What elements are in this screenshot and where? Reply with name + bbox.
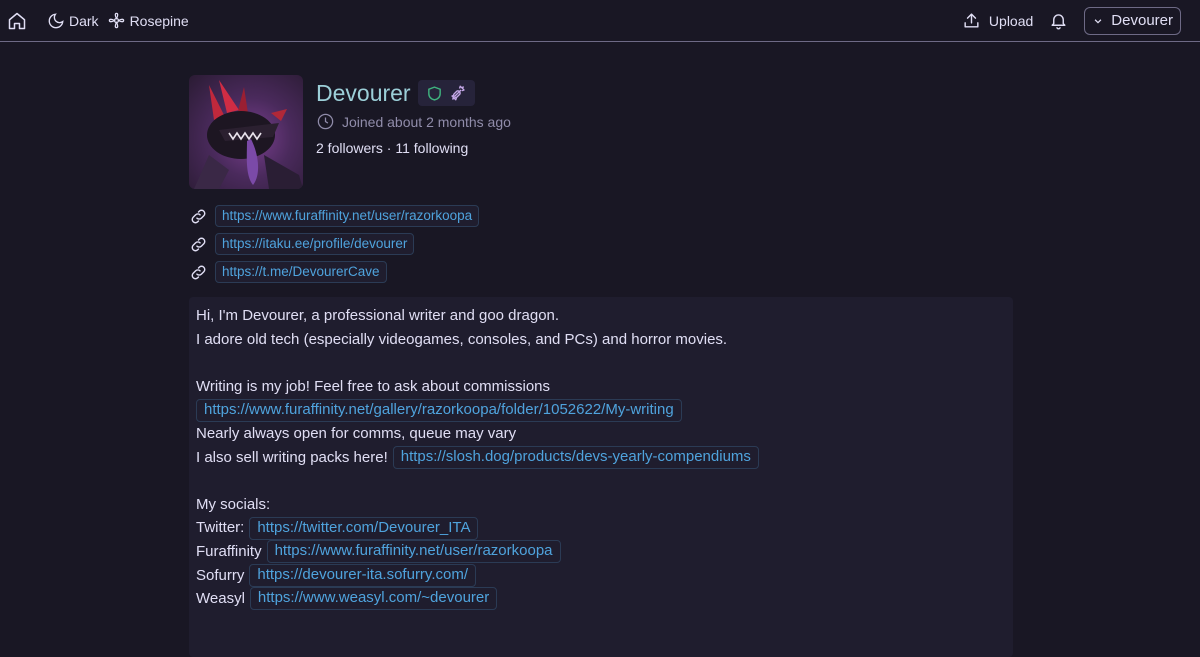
- profile-section: Devourer Joined about 2 months ago 2 fol…: [189, 75, 1013, 657]
- flower-icon: [108, 12, 124, 29]
- bio-text: Sofurry: [196, 566, 245, 584]
- theme-selector[interactable]: Rosepine: [107, 11, 189, 30]
- bio-text: Writing is my job! Feel free to ask abou…: [196, 377, 551, 395]
- profile-link[interactable]: https://itaku.ee/profile/devourer: [215, 233, 415, 255]
- rosepine-label: Rosepine: [129, 12, 189, 29]
- avatar[interactable]: [189, 75, 303, 189]
- joined-date: Joined about 2 months ago: [316, 112, 511, 131]
- chevron-down-icon: [1094, 18, 1102, 24]
- moon-icon: [48, 12, 64, 28]
- follow-counts[interactable]: 2 followers · 11 following: [316, 140, 511, 156]
- link-icon: [191, 237, 206, 251]
- link-icon: [191, 265, 206, 279]
- badge-group: [417, 80, 475, 106]
- bio-text: My socials:: [196, 495, 271, 513]
- bio-text: Twitter:: [196, 519, 245, 537]
- notifications-button[interactable]: [1049, 11, 1068, 30]
- bio-link[interactable]: https://slosh.dog/products/devs-yearly-c…: [392, 445, 759, 469]
- bio-text: I adore old tech (especially videogames,…: [196, 330, 728, 348]
- bio-text: Hi, I'm Devourer, a professional writer …: [196, 307, 560, 324]
- clock-icon: [317, 113, 334, 130]
- profile-header: Devourer Joined about 2 months ago 2 fol…: [189, 75, 1013, 189]
- link-icon: [191, 209, 206, 223]
- profile-links: https://www.furaffinity.net/user/razorko…: [189, 202, 1013, 286]
- dark-label: Dark: [69, 12, 99, 29]
- bio-link[interactable]: https://www.weasyl.com/~devourer: [249, 587, 498, 611]
- profile-bio: Hi, I'm Devourer, a professional writer …: [189, 297, 1013, 657]
- bell-icon: [1051, 14, 1066, 30]
- bio-text: Nearly always open for comms, queue may …: [196, 424, 517, 442]
- upload-label: Upload: [988, 12, 1034, 29]
- profile-link-row: https://itaku.ee/profile/devourer: [189, 230, 1013, 258]
- upload-button[interactable]: Upload: [962, 11, 1033, 30]
- bio-link[interactable]: https://twitter.com/Devourer_ITA: [249, 516, 479, 540]
- profile-link[interactable]: https://www.furaffinity.net/user/razorko…: [215, 205, 480, 227]
- bio-text: I also sell writing packs here!: [196, 448, 388, 466]
- bio-link[interactable]: https://devourer-ita.sofurry.com/: [249, 563, 476, 587]
- bio-link[interactable]: https://www.furaffinity.net/user/razorko…: [266, 540, 561, 564]
- candy-icon: [449, 84, 467, 102]
- shield-icon: [426, 85, 443, 102]
- user-menu-label: Devourer: [1111, 12, 1173, 29]
- joined-text: Joined about 2 months ago: [342, 113, 511, 130]
- bio-text: Furaffinity: [196, 542, 262, 560]
- upload-icon: [964, 13, 979, 28]
- user-menu-button[interactable]: Devourer: [1084, 6, 1181, 35]
- home-button[interactable]: [7, 11, 27, 31]
- bio-link[interactable]: https://www.furaffinity.net/gallery/razo…: [196, 398, 682, 422]
- profile-link[interactable]: https://t.me/DevourerCave: [215, 261, 387, 283]
- home-icon: [8, 12, 26, 29]
- bio-text: Weasyl: [196, 590, 245, 608]
- top-bar: Dark Rosepine Upload Devourer: [0, 0, 1200, 42]
- dark-mode-toggle[interactable]: Dark: [47, 12, 99, 30]
- profile-link-row: https://www.furaffinity.net/user/razorko…: [189, 202, 1013, 230]
- profile-username: Devourer: [316, 80, 411, 106]
- profile-link-row: https://t.me/DevourerCave: [189, 258, 1013, 286]
